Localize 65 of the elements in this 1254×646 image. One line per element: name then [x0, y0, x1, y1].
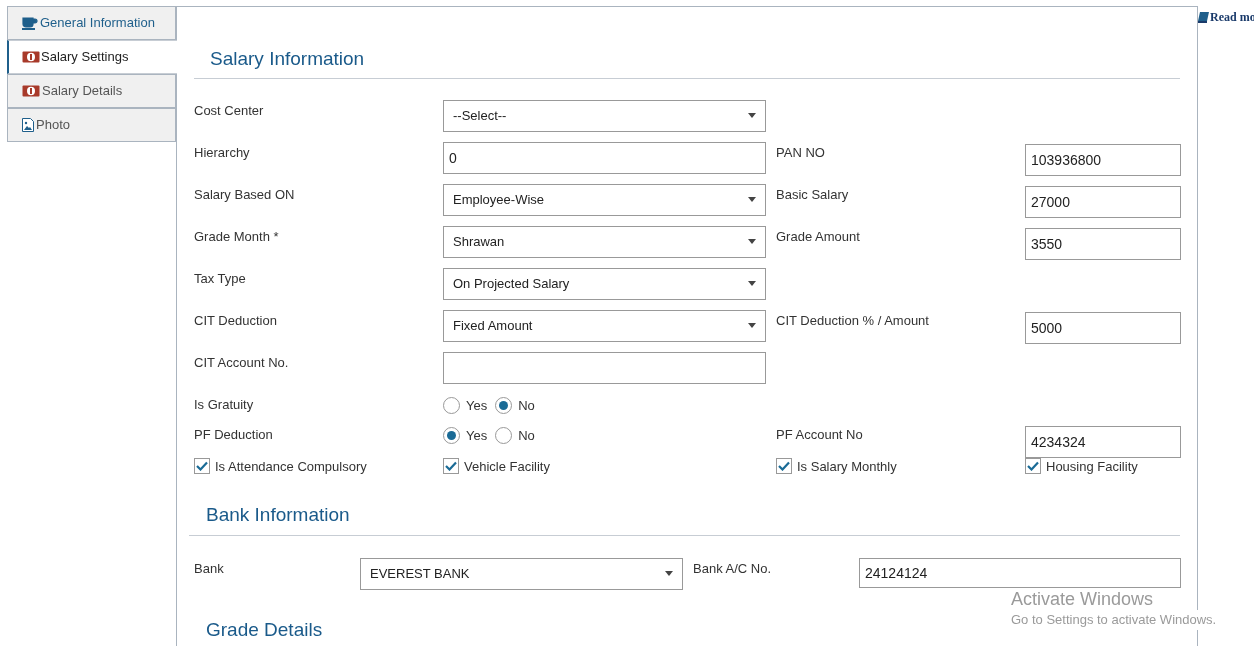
field-label: PAN NO — [776, 143, 826, 162]
field-label: Basic Salary — [776, 185, 850, 204]
field-label: PF Deduction — [194, 425, 274, 444]
input-field[interactable]: 4234324 — [1025, 425, 1181, 458]
radio-button[interactable] — [495, 427, 513, 444]
radio-label: Yes — [466, 426, 488, 445]
radio-button[interactable] — [443, 427, 460, 444]
side-tab[interactable]: Salary Settings — [7, 40, 177, 74]
field-label: Is Gratuity — [194, 395, 255, 414]
field-label: CIT Deduction — [194, 311, 278, 330]
caret-icon — [665, 571, 673, 576]
input-field[interactable]: 27000 — [1025, 185, 1181, 218]
cup-icon — [22, 16, 38, 30]
input-field[interactable]: 3550 — [1025, 227, 1181, 260]
activation-notice-text: Go to Settings to activate Windows. — [1011, 610, 1217, 630]
banknote-icon — [22, 51, 40, 63]
input-field[interactable]: 24124124 — [859, 557, 1181, 588]
caret-icon — [748, 113, 756, 118]
caret-icon — [748, 323, 756, 328]
checkbox-label: Housing Facility — [1046, 457, 1138, 476]
field-label: CIT Deduction % / Amount — [776, 311, 930, 330]
checkbox[interactable] — [1025, 458, 1041, 475]
side-tab[interactable]: Photo — [7, 108, 176, 142]
checkbox[interactable] — [194, 458, 210, 475]
radio-label: Yes — [466, 396, 488, 415]
section-heading: Grade Details — [206, 617, 323, 642]
checkbox[interactable] — [443, 458, 459, 475]
input-field[interactable]: 103936800 — [1025, 143, 1181, 176]
caret-icon — [748, 281, 756, 286]
checkbox-label: Vehicle Facility — [464, 457, 550, 476]
field-label: Bank A/C No. — [693, 559, 773, 578]
input-field[interactable] — [443, 351, 766, 384]
input-field[interactable]: 0 — [443, 141, 766, 174]
field-label: PF Account No — [776, 425, 864, 444]
field-label: Salary Based ON — [194, 185, 296, 204]
field-label: Grade Month * — [194, 227, 280, 246]
section-heading: Salary Information — [210, 47, 366, 71]
radio-label: No — [518, 396, 535, 415]
book-icon — [1198, 11, 1209, 23]
checkbox-label: Is Salary Monthly — [797, 457, 897, 476]
select-field[interactable]: Fixed Amount — [443, 309, 766, 342]
select-field[interactable]: Shrawan — [443, 225, 766, 258]
side-tab[interactable]: General Information — [7, 6, 176, 40]
select-field[interactable]: EVEREST BANK — [360, 557, 683, 590]
radio-label: No — [518, 426, 535, 445]
checkbox-label: Is Attendance Compulsory — [215, 457, 367, 476]
field-label: Grade Amount — [776, 227, 861, 246]
select-field[interactable]: Employee-Wise — [443, 183, 766, 216]
image-file-icon — [22, 118, 34, 132]
radio-button[interactable] — [443, 397, 460, 414]
section-heading: Bank Information — [206, 503, 351, 527]
banknote-icon — [22, 85, 40, 97]
radio-button[interactable] — [495, 397, 513, 414]
checkbox[interactable] — [776, 458, 792, 475]
field-label: Cost Center — [194, 101, 265, 120]
field-label: Bank — [194, 559, 225, 578]
select-field[interactable]: On Projected Salary — [443, 267, 766, 300]
input-field[interactable]: 5000 — [1025, 311, 1181, 344]
side-tab[interactable]: Salary Details — [7, 74, 176, 108]
field-label: CIT Account No. — [194, 353, 290, 372]
caret-icon — [748, 239, 756, 244]
select-field[interactable]: --Select-- — [443, 99, 766, 132]
field-label: Hierarchy — [194, 143, 251, 162]
caret-icon — [748, 197, 756, 202]
field-label: Tax Type — [194, 269, 247, 288]
